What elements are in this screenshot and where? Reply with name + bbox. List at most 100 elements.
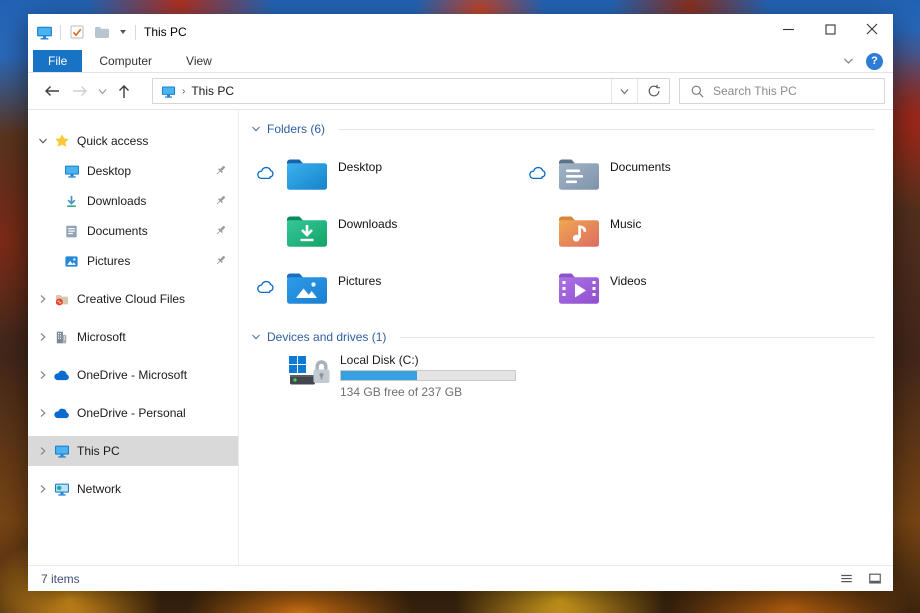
tile-music[interactable]: Music (523, 202, 795, 259)
sidebar-item-label: OneDrive - Microsoft (77, 368, 188, 382)
desktop-folder-icon (285, 156, 329, 192)
local-disk-bitlocker-icon (285, 352, 331, 399)
search-icon (691, 85, 704, 97)
expand-ribbon-chevron-icon[interactable] (843, 57, 854, 65)
drive-usage-bar (340, 370, 516, 381)
picture-icon (63, 253, 80, 270)
sidebar-item-microsoft[interactable]: Microsoft (28, 322, 238, 352)
chevron-right-icon[interactable] (38, 332, 53, 342)
help-button[interactable]: ? (866, 52, 883, 70)
onedrive-status-cloud-icon (523, 166, 553, 181)
chevron-right-icon[interactable] (38, 446, 53, 456)
recent-locations-chevron-icon[interactable] (94, 88, 110, 95)
chevron-right-icon[interactable] (38, 408, 53, 418)
creative-cloud-folder-icon (53, 291, 70, 308)
documents-folder-icon (557, 156, 601, 192)
chevron-down-icon[interactable] (251, 333, 261, 341)
sidebar-item-this-pc[interactable]: This PC (28, 436, 238, 466)
pin-icon[interactable] (213, 253, 228, 268)
pin-icon[interactable] (213, 163, 228, 178)
chevron-down-icon[interactable] (251, 125, 261, 133)
onedrive-cloud-icon (53, 405, 70, 422)
sidebar-item-network[interactable]: Network (28, 474, 238, 504)
sidebar-item-desktop[interactable]: Desktop (28, 156, 238, 186)
sidebar-item-documents[interactable]: Documents (28, 216, 238, 246)
breadcrumb-separator: › (182, 85, 186, 97)
window-title: This PC (144, 25, 187, 39)
download-arrow-icon (63, 193, 80, 210)
content-pane: Folders (6) Desktop Documents Downloads … (239, 110, 893, 565)
file-explorer-window: This PC File Computer View ? › This PC S… (28, 14, 893, 591)
sidebar-item-creative-cloud-files[interactable]: Creative Cloud Files (28, 284, 238, 314)
tile-pictures[interactable]: Pictures (251, 259, 523, 316)
sidebar-item-downloads[interactable]: Downloads (28, 186, 238, 216)
chevron-right-icon[interactable] (38, 294, 53, 304)
chevron-right-icon[interactable] (38, 370, 53, 380)
drive-name: Local Disk (C:) (340, 353, 419, 367)
sidebar-item-pictures[interactable]: Pictures (28, 246, 238, 276)
tile-videos[interactable]: Videos (523, 259, 795, 316)
close-button[interactable] (851, 14, 893, 44)
address-bar[interactable]: › This PC (152, 78, 670, 104)
qat-separator (135, 24, 136, 40)
minimize-button[interactable] (767, 14, 809, 44)
tile-label: Videos (610, 273, 647, 288)
downloads-folder-icon (285, 213, 329, 249)
up-button[interactable] (110, 78, 138, 104)
pin-icon[interactable] (213, 223, 228, 238)
title-bar: This PC (28, 14, 893, 50)
section-rule (339, 128, 875, 130)
pictures-folder-icon (285, 270, 329, 306)
onedrive-status-cloud-icon (251, 280, 281, 295)
onedrive-cloud-icon (53, 367, 70, 384)
refresh-button[interactable] (637, 79, 669, 103)
maximize-button[interactable] (809, 14, 851, 44)
sidebar-item-onedrive-personal[interactable]: OneDrive - Personal (28, 398, 238, 428)
address-dropdown-chevron-icon[interactable] (611, 79, 637, 103)
forward-button[interactable] (66, 78, 94, 104)
sidebar-item-label: Creative Cloud Files (77, 292, 186, 306)
large-icons-view-icon[interactable] (867, 572, 883, 586)
sidebar-item-label: Quick access (77, 134, 149, 148)
quick-access-toolbar (35, 23, 136, 41)
sidebar-item-label: OneDrive - Personal (77, 406, 186, 420)
pin-icon[interactable] (213, 193, 228, 208)
tab-view[interactable]: View (169, 50, 229, 72)
folders-section-header[interactable]: Folders (6) (251, 122, 875, 136)
tile-local-disk-c[interactable]: Local Disk (C:) 134 GB free of 237 GB (251, 352, 875, 399)
devices-section: Devices and drives (1) Local Disk (C:) 1… (251, 330, 875, 399)
navigation-pane: Quick access Desktop Downloads Documents… (28, 110, 239, 565)
view-switcher (839, 572, 883, 586)
tab-computer[interactable]: Computer (82, 50, 169, 72)
sidebar-item-onedrive-microsoft[interactable]: OneDrive - Microsoft (28, 360, 238, 390)
breadcrumb[interactable]: › This PC (153, 79, 611, 103)
new-folder-icon[interactable] (93, 23, 111, 41)
breadcrumb-location[interactable]: This PC (191, 84, 234, 98)
search-input[interactable]: Search This PC (679, 78, 885, 104)
sidebar-item-label: Pictures (87, 254, 131, 268)
tile-desktop[interactable]: Desktop (251, 145, 523, 202)
chevron-right-icon[interactable] (38, 484, 53, 494)
tile-documents[interactable]: Documents (523, 145, 795, 202)
drive-free-space: 134 GB free of 237 GB (340, 385, 463, 399)
back-button[interactable] (38, 78, 66, 104)
properties-icon[interactable] (68, 23, 86, 41)
section-title: Devices and drives (1) (267, 330, 387, 344)
customize-qat-caret-icon[interactable] (118, 23, 128, 41)
devices-section-header[interactable]: Devices and drives (1) (251, 330, 875, 344)
document-icon (63, 223, 80, 240)
tab-file[interactable]: File (33, 50, 83, 72)
tile-downloads[interactable]: Downloads (251, 202, 523, 259)
navigation-toolbar: › This PC Search This PC (28, 73, 893, 110)
details-view-icon[interactable] (839, 572, 854, 586)
tile-label: Desktop (338, 159, 383, 174)
sidebar-item-label: Network (77, 482, 122, 496)
ribbon-tab-row: File Computer View ? (28, 50, 893, 73)
tile-label: Downloads (338, 216, 398, 231)
network-icon (53, 481, 70, 498)
sidebar-item-quick-access[interactable]: Quick access (28, 126, 238, 156)
chevron-down-icon[interactable] (38, 136, 53, 146)
music-folder-icon (557, 213, 601, 249)
desktop-icon (63, 163, 80, 180)
this-pc-crumb-icon (161, 85, 176, 98)
